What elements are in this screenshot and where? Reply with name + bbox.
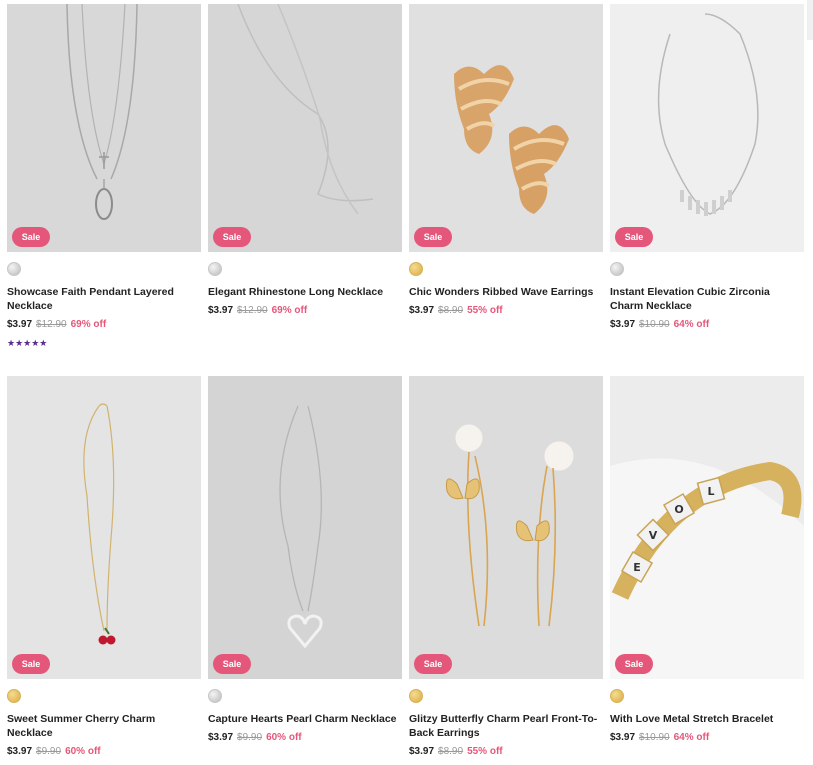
product-name[interactable]: Elegant Rhinestone Long Necklace (208, 285, 402, 299)
sale-price: $3.97 (208, 305, 234, 316)
sale-badge: Sale (12, 654, 50, 674)
original-price: $12.90 (237, 305, 268, 316)
product-image[interactable]: Sale (208, 376, 402, 679)
color-swatch-silver[interactable] (208, 689, 222, 703)
product-name[interactable]: Showcase Faith Pendant Layered Necklace (7, 285, 201, 313)
discount-label: 60% off (65, 746, 101, 757)
product-name[interactable]: Chic Wonders Ribbed Wave Earrings (409, 285, 603, 299)
product-card[interactable]: Sale Instant Elevation Cubic Zirconia Ch… (610, 4, 804, 330)
sale-price: $3.97 (208, 732, 234, 743)
price-row: $3.97 $8.90 55% off (409, 305, 603, 316)
product-card[interactable]: Sale Capture Hearts Pearl Charm Necklace… (208, 376, 402, 743)
rating-stars[interactable]: ★★★★★ (7, 338, 201, 349)
color-swatch-silver[interactable] (7, 262, 21, 276)
color-swatch-silver[interactable] (610, 262, 624, 276)
product-image[interactable]: Sale (7, 376, 201, 679)
scrollbar[interactable] (807, 0, 813, 40)
color-swatch-gold[interactable] (409, 689, 423, 703)
original-price: $9.90 (36, 746, 62, 757)
price-row: $3.97 $10.90 64% off (610, 319, 804, 330)
discount-label: 69% off (271, 305, 308, 316)
price-row: $3.97 $12.90 69% off (208, 305, 402, 316)
original-price: $10.90 (639, 732, 670, 743)
color-swatch-gold[interactable] (610, 689, 624, 703)
long-necklace-icon (237, 4, 374, 215)
sale-badge: Sale (213, 227, 251, 247)
sale-price: $3.97 (409, 746, 435, 757)
original-price: $12.90 (36, 319, 67, 330)
product-card[interactable]: E V O L Sale With Love Metal Stretch Bra… (610, 376, 804, 743)
product-image[interactable]: Sale (409, 4, 603, 252)
sale-badge: Sale (414, 654, 452, 674)
discount-label: 60% off (266, 732, 302, 743)
bracelet-letter: L (707, 485, 714, 498)
price-row: $3.97 $10.90 64% off (610, 732, 804, 743)
price-row: $3.97 $9.90 60% off (208, 732, 402, 743)
product-card[interactable]: Sale Showcase Faith Pendant Layered Neck… (7, 4, 201, 349)
discount-label: 55% off (467, 746, 503, 757)
product-card[interactable]: Sale Glitzy Butterfly Charm Pearl Front-… (409, 376, 603, 757)
bracelet-letter: E (633, 561, 641, 574)
sale-badge: Sale (414, 227, 452, 247)
wave-earrings-icon (454, 65, 569, 214)
product-image[interactable]: Sale (610, 4, 804, 252)
bracelet-letter: V (649, 529, 658, 542)
sale-badge: Sale (615, 654, 653, 674)
color-swatch-gold[interactable] (409, 262, 423, 276)
charm-necklace-icon (657, 13, 759, 216)
original-price: $8.90 (438, 305, 464, 316)
price-row: $3.97 $9.90 60% off (7, 746, 201, 757)
product-card[interactable]: Sale Elegant Rhinestone Long Necklace $3… (208, 4, 402, 316)
sale-badge: Sale (213, 654, 251, 674)
cherry-necklace-icon (83, 403, 116, 645)
sale-price: $3.97 (610, 732, 636, 743)
sale-price: $3.97 (409, 305, 435, 316)
product-name[interactable]: Sweet Summer Cherry Charm Necklace (7, 712, 201, 740)
product-image[interactable]: Sale (409, 376, 603, 679)
discount-label: 69% off (70, 319, 107, 330)
product-image[interactable]: E V O L Sale (610, 376, 804, 679)
original-price: $10.90 (639, 319, 670, 330)
butterfly-earrings-icon (446, 423, 575, 627)
bracelet-letter: O (674, 503, 683, 516)
sale-price: $3.97 (610, 319, 636, 330)
product-name[interactable]: Glitzy Butterfly Charm Pearl Front-To-Ba… (409, 712, 603, 740)
heart-necklace-icon (279, 405, 323, 649)
discount-label: 64% off (673, 319, 710, 330)
product-image[interactable]: Sale (208, 4, 402, 252)
product-name[interactable]: Instant Elevation Cubic Zirconia Charm N… (610, 285, 804, 313)
color-swatch-gold[interactable] (7, 689, 21, 703)
sale-price: $3.97 (7, 319, 33, 330)
product-image[interactable]: Sale (7, 4, 201, 252)
sale-badge: Sale (12, 227, 50, 247)
product-name[interactable]: With Love Metal Stretch Bracelet (610, 712, 804, 726)
love-bracelet-icon: E V O L (610, 458, 804, 679)
price-row: $3.97 $12.90 69% off (7, 319, 201, 330)
discount-label: 55% off (467, 305, 503, 316)
layered-necklace-icon (66, 4, 138, 220)
sale-price: $3.97 (7, 746, 33, 757)
product-name[interactable]: Capture Hearts Pearl Charm Necklace (208, 712, 402, 726)
discount-label: 64% off (673, 732, 710, 743)
original-price: $8.90 (438, 746, 464, 757)
product-card[interactable]: Sale Chic Wonders Ribbed Wave Earrings $… (409, 4, 603, 316)
sale-badge: Sale (615, 227, 653, 247)
product-card[interactable]: Sale Sweet Summer Cherry Charm Necklace … (7, 376, 201, 757)
color-swatch-silver[interactable] (208, 262, 222, 276)
price-row: $3.97 $8.90 55% off (409, 746, 603, 757)
original-price: $9.90 (237, 732, 263, 743)
